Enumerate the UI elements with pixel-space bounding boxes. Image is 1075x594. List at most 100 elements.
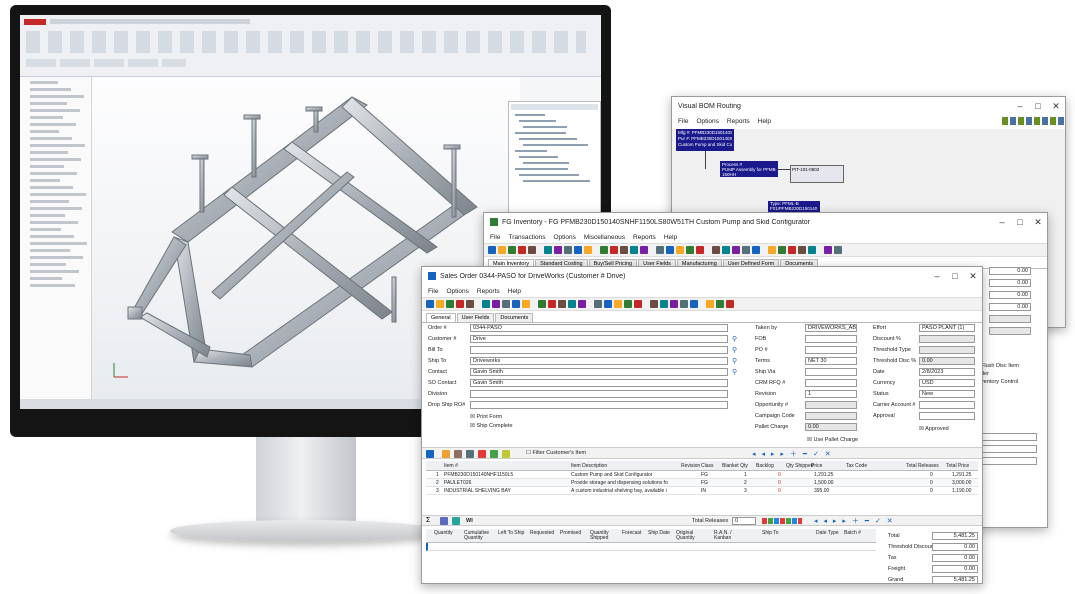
- tree-node[interactable]: [30, 130, 59, 133]
- tree-node[interactable]: [30, 186, 73, 189]
- toolbar-icon[interactable]: [548, 300, 556, 308]
- maximize-button[interactable]: □: [1029, 101, 1047, 111]
- tree-node[interactable]: [30, 256, 83, 259]
- menu-help[interactable]: Help: [508, 288, 521, 295]
- field-input[interactable]: [805, 346, 857, 354]
- tree-node[interactable]: [30, 151, 68, 154]
- close-button[interactable]: ✕: [964, 271, 982, 282]
- cad-tabs[interactable]: [26, 59, 186, 67]
- tree-node[interactable]: [30, 144, 85, 147]
- tree-node[interactable]: [30, 137, 72, 140]
- field-input[interactable]: Gavin Smith: [470, 368, 728, 376]
- color-swatches[interactable]: [762, 518, 802, 524]
- toolbar-icon[interactable]: [634, 300, 642, 308]
- feature-tree[interactable]: [20, 77, 92, 399]
- tree-node[interactable]: [30, 221, 78, 224]
- use-pallet-charge-checkbox[interactable]: ☒ Use Pallet Charge: [807, 437, 858, 443]
- column-header[interactable]: Total Releases: [906, 463, 939, 469]
- approval-approved-checkbox[interactable]: ☒ Approved: [919, 426, 949, 432]
- toolbar-icon[interactable]: [554, 246, 562, 254]
- toolbar-icon[interactable]: [630, 246, 638, 254]
- sales-order-window[interactable]: Sales Order 0344-PASO for DriveWorks (Cu…: [421, 266, 983, 584]
- field-input[interactable]: 0.00: [919, 357, 975, 365]
- toolbar-icon[interactable]: [620, 246, 628, 254]
- release-navigation[interactable]: ◂ ◂ ▸ ▸ ＋ ━ ✓ ✕: [814, 516, 895, 526]
- toolbar-icon[interactable]: [690, 300, 698, 308]
- menu-options[interactable]: Options: [446, 288, 468, 295]
- column-header[interactable]: Item #: [444, 463, 458, 469]
- toolbar-icon[interactable]: [538, 300, 546, 308]
- toolbar-icon[interactable]: [656, 246, 664, 254]
- minimize-button[interactable]: –: [928, 271, 946, 281]
- toolbar-icon[interactable]: [498, 246, 506, 254]
- field-input[interactable]: [805, 401, 857, 409]
- tree-node[interactable]: [30, 214, 65, 217]
- popup-tree-node[interactable]: [515, 132, 566, 134]
- total-value[interactable]: 0.00: [932, 565, 978, 573]
- tree-node[interactable]: [30, 193, 86, 196]
- edit-icon[interactable]: [442, 450, 450, 458]
- record-navigation[interactable]: ◂ ◂ ▸ ▸ ＋ ━ ✓ ✕: [752, 449, 833, 459]
- column-header[interactable]: Item Description: [571, 463, 607, 469]
- lookup-icon[interactable]: ⚲: [732, 357, 737, 365]
- column-header[interactable]: Total Price: [946, 463, 969, 469]
- tree-node[interactable]: [30, 158, 81, 161]
- table-row[interactable]: 2 PAULET026 Provide storage and dispensing…: [426, 479, 978, 487]
- chart-icon[interactable]: [452, 517, 460, 525]
- total-value[interactable]: 5,481.25: [932, 532, 978, 540]
- toolbar-icon[interactable]: [706, 300, 714, 308]
- field-input[interactable]: Gavin Smith: [470, 379, 728, 387]
- fg-field-7[interactable]: [981, 433, 1037, 441]
- popup-tree-node[interactable]: [523, 144, 588, 146]
- total-value[interactable]: 5,481.25: [932, 576, 978, 583]
- toolbar-icon[interactable]: [488, 246, 496, 254]
- column-header[interactable]: Price: [811, 463, 822, 469]
- toolbar-icon[interactable]: [624, 300, 632, 308]
- menu-options[interactable]: Options: [553, 234, 575, 241]
- column-header[interactable]: Ship To: [762, 531, 792, 536]
- tree-node[interactable]: [30, 172, 77, 175]
- tree-node[interactable]: [30, 88, 71, 91]
- minimize-button[interactable]: –: [993, 217, 1011, 227]
- toolbar-icon[interactable]: [834, 246, 842, 254]
- tree-node[interactable]: [30, 123, 76, 126]
- toolbar-icon[interactable]: [544, 246, 552, 254]
- ship-complete-checkbox[interactable]: ☒ Ship Complete: [470, 423, 513, 429]
- menu-help[interactable]: Help: [758, 118, 771, 125]
- toolbar-icon[interactable]: [600, 246, 608, 254]
- tree-node[interactable]: [30, 102, 67, 105]
- toolbar-icon[interactable]: [426, 300, 434, 308]
- tree-node[interactable]: [30, 235, 74, 238]
- column-header[interactable]: Quantity: [434, 531, 464, 536]
- popup-tree-node[interactable]: [523, 180, 590, 182]
- column-header[interactable]: Tax Code: [846, 463, 867, 469]
- field-input[interactable]: [805, 368, 857, 376]
- popup-tree-node[interactable]: [515, 114, 545, 116]
- field-input[interactable]: 0344-PASO: [470, 324, 728, 332]
- total-value[interactable]: 0.00: [932, 543, 978, 551]
- toolbar-icon[interactable]: [578, 300, 586, 308]
- toolbar-icon[interactable]: [522, 300, 530, 308]
- toolbar-icon[interactable]: [466, 300, 474, 308]
- column-header[interactable]: Requested: [530, 531, 560, 536]
- toolbar-icon[interactable]: [492, 300, 500, 308]
- table-row[interactable]: 1 PFMB230D150140NHF1150L5 Custom Pump and …: [426, 471, 978, 479]
- filter-customer-item-checkbox[interactable]: ☐ Filter Customer's Item: [526, 450, 586, 456]
- toolbar-icon[interactable]: [584, 246, 592, 254]
- toolbar-icon[interactable]: [712, 246, 720, 254]
- popup-tree-node[interactable]: [519, 138, 577, 140]
- tree-node[interactable]: [30, 242, 87, 245]
- book-icon[interactable]: [478, 450, 486, 458]
- bom-toolbar[interactable]: [1002, 117, 1064, 125]
- field-input[interactable]: [805, 412, 857, 420]
- tree-node[interactable]: [30, 165, 64, 168]
- toolbar-icon[interactable]: [778, 246, 786, 254]
- column-header[interactable]: Cumulative Quantity: [464, 531, 494, 541]
- popup-tree-node[interactable]: [515, 168, 568, 170]
- toolbar-icon[interactable]: [604, 300, 612, 308]
- bom-node-top[interactable]: Mfg #: PFMB230D150140SNH1150L5 Pur #: PF…: [676, 129, 734, 151]
- column-header[interactable]: Left To Ship: [498, 531, 528, 536]
- tree-node[interactable]: [30, 270, 79, 273]
- lookup-icon[interactable]: ⚲: [732, 346, 737, 354]
- toolbar-icon[interactable]: [482, 300, 490, 308]
